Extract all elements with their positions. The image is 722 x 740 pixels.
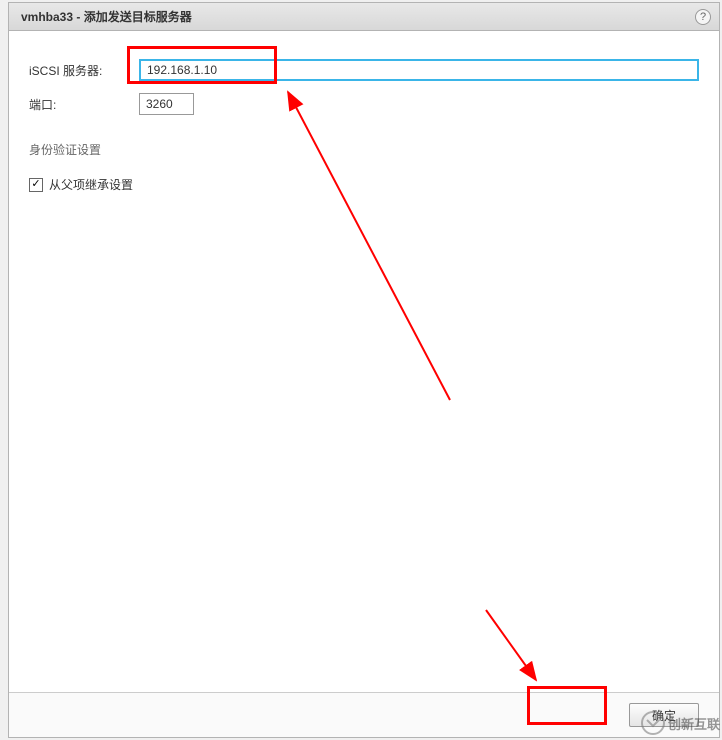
port-label: 端口:: [29, 96, 139, 113]
titlebar-title: vmhba33 - 添加发送目标服务器: [21, 8, 192, 25]
row-port: 端口:: [29, 93, 699, 115]
checkmark-icon: ✓: [31, 179, 40, 190]
iscsi-server-input[interactable]: [139, 59, 699, 81]
auth-section-title: 身份验证设置: [29, 141, 699, 158]
dialog-footer: 确定: [9, 692, 719, 737]
row-iscsi-server: iSCSI 服务器:: [29, 59, 699, 81]
watermark: 创新互联: [640, 710, 720, 736]
watermark-logo-icon: [640, 710, 666, 736]
help-icon[interactable]: ?: [695, 9, 711, 25]
iscsi-server-label: iSCSI 服务器:: [29, 62, 139, 79]
inherit-checkbox[interactable]: ✓: [29, 178, 43, 192]
watermark-text: 创新互联: [668, 714, 720, 733]
titlebar: vmhba33 - 添加发送目标服务器 ?: [9, 3, 719, 31]
port-input[interactable]: [139, 93, 194, 115]
dialog-add-target-server: vmhba33 - 添加发送目标服务器 ? iSCSI 服务器: 端口: 身份验…: [8, 2, 720, 738]
dialog-content: iSCSI 服务器: 端口: 身份验证设置 ✓ 从父项继承设置: [9, 31, 719, 692]
inherit-label: 从父项继承设置: [49, 176, 133, 193]
row-inherit: ✓ 从父项继承设置: [29, 176, 699, 193]
